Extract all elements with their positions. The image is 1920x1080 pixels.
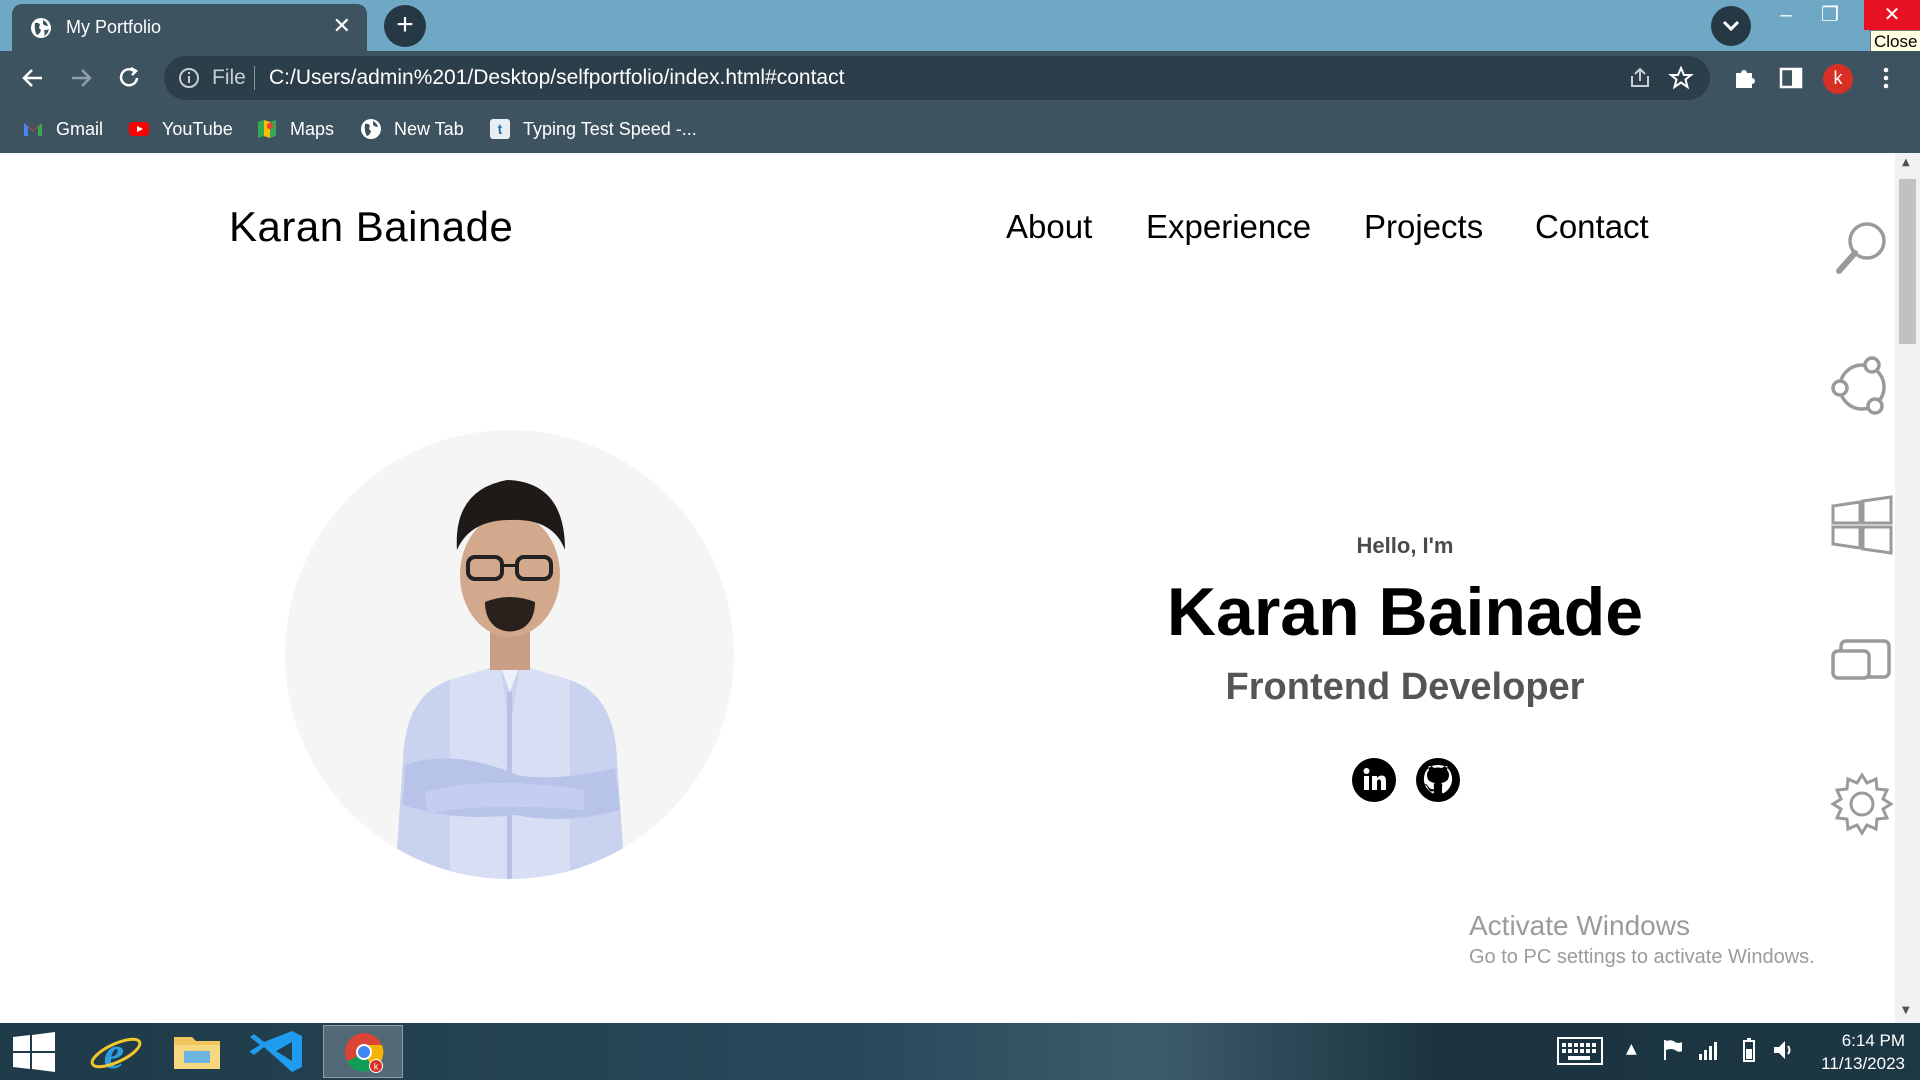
battery-icon[interactable]	[1737, 1037, 1761, 1063]
bookmark-label: New Tab	[394, 118, 464, 139]
start-icon[interactable]	[12, 1032, 56, 1072]
action-center-flag-icon[interactable]	[1662, 1038, 1684, 1062]
svg-text:k: k	[374, 1062, 379, 1072]
bookmark-maps[interactable]: Maps	[256, 114, 334, 144]
forward-icon[interactable]	[64, 61, 98, 95]
taskbar-file-explorer[interactable]	[158, 1025, 238, 1078]
hero-greeting: Hello, I'm	[1356, 533, 1454, 558]
github-icon[interactable]	[1416, 758, 1460, 802]
devices-icon[interactable]	[1827, 629, 1897, 699]
keyboard-icon[interactable]	[1557, 1037, 1603, 1065]
restore-button[interactable]: ❐	[1808, 0, 1852, 30]
show-hidden-icons-icon[interactable]: ▲	[1626, 1041, 1637, 1057]
tab-title: My Portfolio	[66, 17, 162, 37]
bookmark-label: Typing Test Speed -...	[523, 118, 697, 139]
file-explorer-icon	[174, 1037, 220, 1069]
gmail-icon	[24, 123, 42, 136]
address-url[interactable]: C:/Users/admin%201/Desktop/selfportfolio…	[269, 66, 844, 90]
reload-icon[interactable]	[112, 61, 146, 95]
search-icon[interactable]	[1827, 213, 1897, 283]
window-close-button[interactable]: ✕	[1864, 0, 1920, 30]
back-icon[interactable]	[16, 61, 50, 95]
menu-icon[interactable]	[1873, 65, 1899, 91]
bookmark-label: Gmail	[56, 118, 104, 139]
internet-explorer-icon: e	[90, 1027, 142, 1078]
bookmark-star-icon[interactable]	[1668, 65, 1694, 91]
system-clock[interactable]: 6:14 PM 11/13/2023	[1790, 1029, 1905, 1075]
taskbar-chrome[interactable]: k	[323, 1025, 403, 1078]
bookmark-youtube[interactable]: YouTube	[128, 114, 233, 144]
clock-time: 6:14 PM	[1841, 1031, 1905, 1050]
tab-search-button[interactable]	[1711, 6, 1751, 46]
browser-tab-strip: My Portfolio ✕ + – ❐ ✕ Close	[0, 0, 1920, 54]
bookmark-gmail[interactable]: Gmail	[22, 114, 103, 144]
scroll-down-arrow-icon[interactable]: ▼	[1902, 1005, 1910, 1016]
watermark-subtitle: Go to PC settings to activate Windows.	[1469, 946, 1815, 968]
activate-windows-watermark: Activate Windows Go to PC settings to ac…	[1469, 910, 1815, 969]
youtube-icon	[129, 122, 149, 136]
bookmark-label: YouTube	[162, 118, 233, 139]
browser-toolbar: File C:/Users/admin%201/Desktop/selfport…	[0, 51, 1920, 104]
network-icon[interactable]	[1697, 1038, 1719, 1062]
svg-text:e: e	[104, 1027, 124, 1078]
nav-link-projects[interactable]: Projects	[1364, 208, 1483, 246]
start-icon[interactable]	[1827, 490, 1897, 560]
scroll-thumb[interactable]	[1899, 179, 1916, 344]
typing-test-icon: t	[490, 119, 510, 139]
info-icon[interactable]	[178, 67, 200, 89]
address-scheme-label: File	[212, 66, 246, 89]
hero-name: Karan Bainade	[1166, 574, 1644, 650]
portrait-image	[395, 480, 625, 879]
watermark-title: Activate Windows	[1469, 910, 1690, 941]
extensions-icon[interactable]	[1731, 65, 1757, 91]
globe-icon	[361, 119, 381, 139]
minimize-button[interactable]: –	[1764, 0, 1808, 30]
bookmark-typing-test[interactable]: t Typing Test Speed -...	[489, 114, 697, 144]
taskbar-vscode[interactable]	[240, 1025, 320, 1078]
globe-icon	[31, 18, 51, 38]
hero-role: Frontend Developer	[1225, 666, 1585, 708]
profile-avatar[interactable]: k	[1823, 64, 1853, 94]
chevron-down-icon	[1722, 20, 1740, 32]
clock-date: 11/13/2023	[1821, 1054, 1905, 1073]
chrome-icon: k	[345, 1033, 384, 1073]
windows-taskbar: e k ▲ 6:14 PM 11/13/2023	[0, 1023, 1920, 1080]
svg-text:t: t	[498, 121, 503, 137]
browser-tab[interactable]: My Portfolio ✕	[12, 4, 367, 51]
charms-bar	[1815, 153, 1905, 1023]
nav-link-contact[interactable]: Contact	[1535, 208, 1649, 246]
portfolio-page: Karan Bainade About Experience Projects …	[0, 153, 1920, 1023]
site-logo[interactable]: Karan Bainade	[229, 203, 513, 251]
taskbar-internet-explorer[interactable]: e	[78, 1025, 158, 1078]
tab-close-icon[interactable]: ✕	[333, 14, 351, 39]
maps-icon	[258, 120, 276, 138]
vscode-icon	[250, 1031, 302, 1072]
share-icon[interactable]	[1628, 66, 1652, 90]
nav-link-about[interactable]: About	[1006, 208, 1092, 246]
scroll-up-arrow-icon[interactable]: ▲	[1902, 157, 1910, 168]
profile-photo	[285, 430, 734, 879]
linkedin-icon[interactable]	[1352, 758, 1396, 802]
settings-icon[interactable]	[1827, 769, 1897, 839]
new-tab-button[interactable]: +	[384, 5, 426, 47]
bookmark-new-tab[interactable]: New Tab	[360, 114, 464, 144]
address-divider	[254, 66, 255, 90]
side-panel-icon[interactable]	[1778, 65, 1804, 91]
address-bar[interactable]: File C:/Users/admin%201/Desktop/selfport…	[164, 56, 1710, 100]
page-scrollbar[interactable]: ▲ ▼	[1895, 153, 1920, 1023]
share-icon[interactable]	[1827, 350, 1897, 420]
nav-link-experience[interactable]: Experience	[1146, 208, 1311, 246]
bookmarks-bar: Gmail YouTube Maps New Tab t Typing Test…	[0, 104, 1920, 153]
bookmark-label: Maps	[290, 118, 335, 139]
